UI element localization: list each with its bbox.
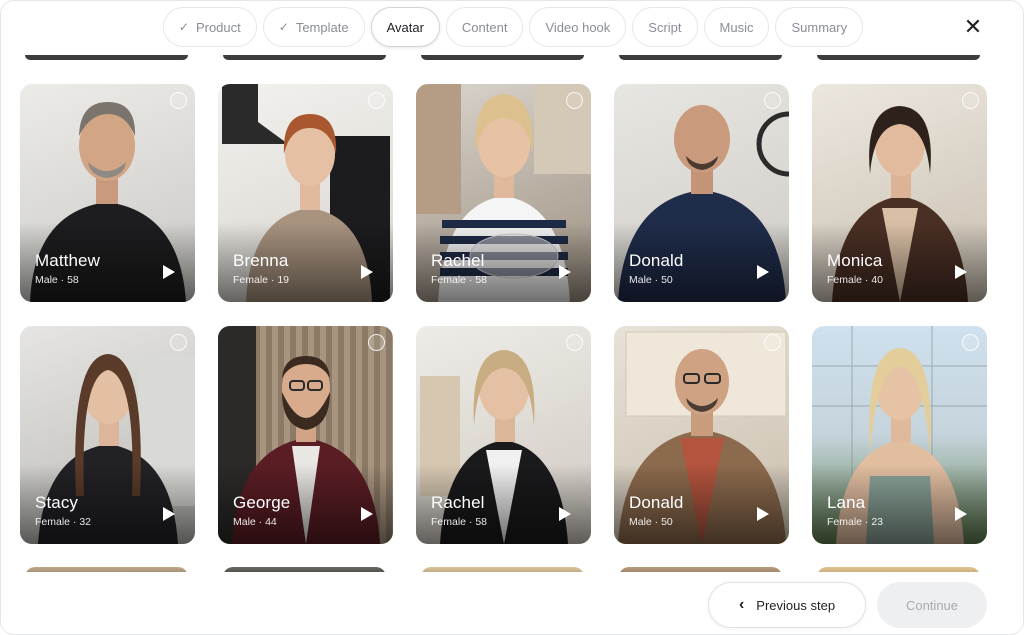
avatar-meta: Female · 23 — [827, 516, 884, 528]
avatar-card[interactable]: Donald Male · 50 — [614, 84, 789, 302]
avatar-card[interactable]: Brenna Female · 19 — [218, 84, 393, 302]
avatar-name: George — [233, 493, 291, 512]
avatar-meta: Female · 58 — [431, 516, 488, 528]
avatar-meta: Male · 44 — [233, 516, 277, 528]
footer: ‹ Previous step Continue — [1, 572, 1023, 634]
card-peek — [619, 55, 782, 60]
chevron-left-icon: ‹ — [738, 596, 745, 613]
avatar-meta: Male · 58 — [35, 274, 79, 286]
avatar-meta: Female · 19 — [233, 274, 290, 286]
avatar-selection-dialog: ✓ Product ✓ Template Avatar Content Video … — [0, 0, 1024, 635]
avatar-name: Donald — [629, 493, 684, 512]
avatar-name: Brenna — [233, 251, 289, 270]
avatar-name: Stacy — [35, 493, 79, 512]
step-label: Product — [195, 19, 241, 35]
play-icon[interactable] — [163, 507, 175, 521]
stepper: ✓ Product ✓ Template Avatar Content Video … — [1, 7, 1023, 47]
play-icon[interactable] — [757, 265, 769, 279]
play-icon[interactable] — [163, 265, 175, 279]
avatar-card[interactable]: Rachel Female · 58 — [416, 326, 591, 544]
avatar-name: Lana — [827, 493, 866, 512]
avatar-name: Rachel — [431, 493, 485, 512]
avatar-grid[interactable]: Matthew Male · 58 Brenna Female · 19 Rac… — [1, 55, 1023, 572]
step-script[interactable]: Script — [632, 7, 698, 47]
continue-button[interactable]: Continue — [877, 582, 987, 628]
select-radio[interactable] — [368, 334, 385, 351]
check-icon: ✓ — [178, 20, 189, 34]
close-icon[interactable]: ✕ — [961, 15, 985, 39]
select-radio[interactable] — [368, 92, 385, 109]
step-summary[interactable]: Summary — [775, 7, 864, 47]
avatar-name: Rachel — [431, 251, 485, 270]
step-video-hook[interactable]: Video hook — [529, 7, 627, 47]
avatar-meta: Female · 40 — [827, 274, 884, 286]
step-label: Music — [719, 19, 754, 35]
select-radio[interactable] — [170, 334, 187, 351]
card-peek — [25, 55, 188, 60]
check-icon: ✓ — [278, 20, 289, 34]
avatar-name: Matthew — [35, 251, 100, 270]
step-label: Video hook — [545, 19, 611, 35]
card-peek — [817, 55, 980, 60]
select-radio[interactable] — [566, 92, 583, 109]
step-music[interactable]: Music — [703, 7, 770, 47]
play-icon[interactable] — [955, 507, 967, 521]
select-radio[interactable] — [764, 334, 781, 351]
select-radio[interactable] — [764, 92, 781, 109]
step-label: Content — [461, 19, 508, 35]
play-icon[interactable] — [361, 265, 373, 279]
avatar-card[interactable]: Stacy Female · 32 — [20, 326, 195, 544]
step-template[interactable]: ✓ Template — [262, 7, 365, 47]
card-peek — [421, 55, 584, 60]
avatar-card[interactable]: Rachel Female · 58 — [416, 84, 591, 302]
avatar-card[interactable]: Monica Female · 40 — [812, 84, 987, 302]
play-icon[interactable] — [955, 265, 967, 279]
avatar-meta: Female · 32 — [35, 516, 92, 528]
card-peek — [223, 55, 386, 60]
avatar-card[interactable]: George Male · 44 — [218, 326, 393, 544]
play-icon[interactable] — [559, 265, 571, 279]
select-radio[interactable] — [962, 334, 979, 351]
avatar-meta: Male · 50 — [629, 516, 673, 528]
step-content[interactable]: Content — [445, 7, 524, 47]
play-icon[interactable] — [361, 507, 373, 521]
step-label: Avatar — [386, 19, 424, 35]
avatar-name: Donald — [629, 251, 684, 270]
step-product[interactable]: ✓ Product — [162, 7, 257, 47]
play-icon[interactable] — [559, 507, 571, 521]
step-label: Summary — [791, 19, 848, 35]
select-radio[interactable] — [962, 92, 979, 109]
step-label: Script — [648, 19, 682, 35]
avatar-card[interactable]: Donald Male · 50 — [614, 326, 789, 544]
step-label: Template — [295, 19, 349, 35]
avatar-name: Monica — [827, 251, 883, 270]
play-icon[interactable] — [757, 507, 769, 521]
select-radio[interactable] — [566, 334, 583, 351]
avatar-card[interactable]: Matthew Male · 58 — [20, 84, 195, 302]
avatar-meta: Female · 58 — [431, 274, 488, 286]
avatar-card[interactable]: Lana Female · 23 — [812, 326, 987, 544]
previous-step-label: Previous step — [756, 597, 836, 613]
avatar-meta: Male · 50 — [629, 274, 673, 286]
previous-step-button[interactable]: ‹ Previous step — [708, 582, 866, 628]
select-radio[interactable] — [170, 92, 187, 109]
step-avatar[interactable]: Avatar — [370, 7, 440, 47]
